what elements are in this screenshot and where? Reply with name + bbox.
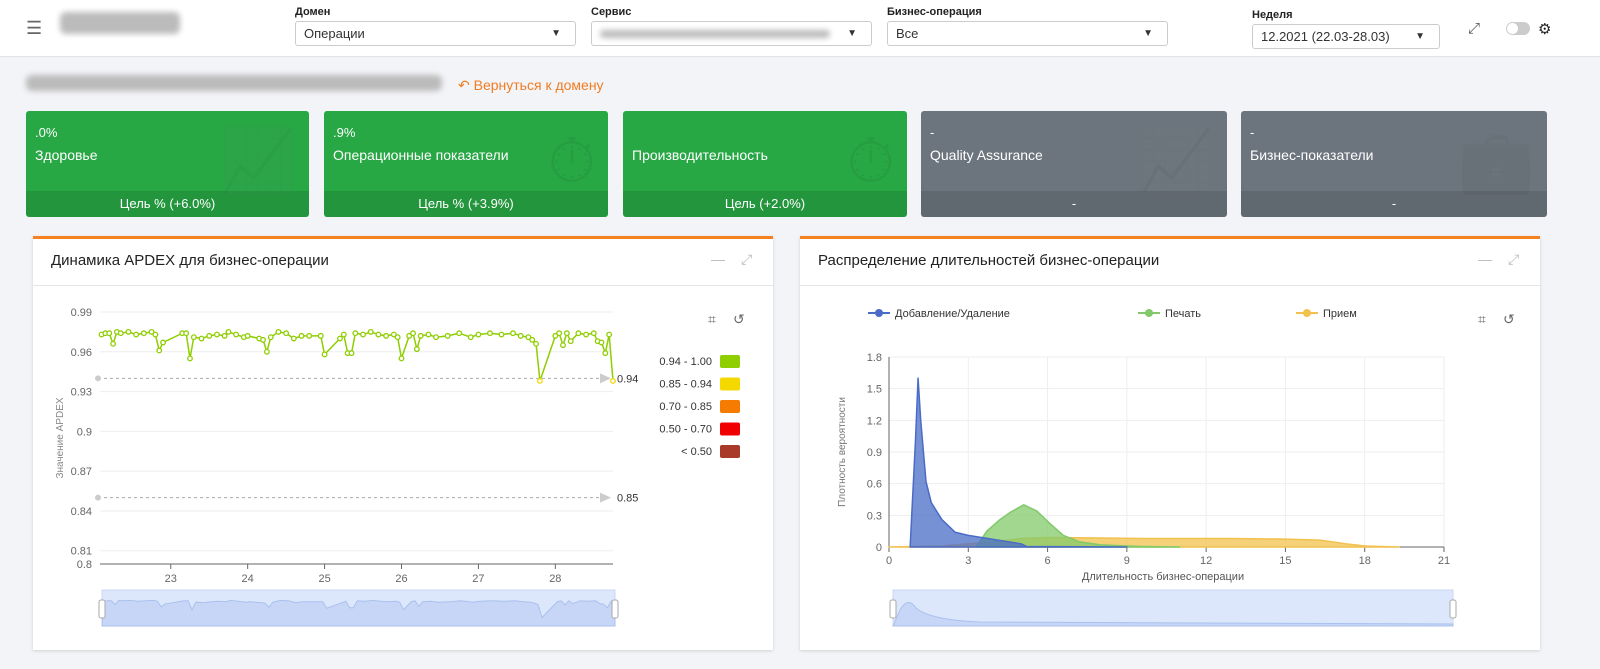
stopwatch-icon: ⏱ bbox=[846, 127, 895, 196]
kpi-name: Quality Assurance bbox=[930, 147, 1043, 163]
kpi-name: Здоровье bbox=[35, 147, 98, 163]
gear-icon[interactable]: ⚙ bbox=[1538, 20, 1551, 38]
filter-domain: Домен Операции ▼ bbox=[295, 6, 576, 46]
kpi-name: Бизнес-показатели bbox=[1250, 147, 1374, 163]
minimize-icon[interactable]: — bbox=[1478, 251, 1492, 267]
kpi-target: - bbox=[1241, 191, 1547, 217]
domain-select[interactable]: Операции ▼ bbox=[295, 21, 576, 46]
kpi-card[interactable]: Производительность ⏱ Цель (+2.0%) bbox=[623, 111, 907, 217]
link-label: Вернуться к домену bbox=[473, 77, 604, 93]
gauge-icon: ⏱ bbox=[547, 127, 596, 196]
kpi-value: - bbox=[930, 125, 935, 140]
week-select[interactable]: 12.2021 (22.03-28.03) ▼ bbox=[1252, 24, 1440, 49]
theme-toggle[interactable] bbox=[1506, 22, 1530, 35]
kpi-value: - bbox=[1250, 125, 1255, 140]
caret-down-icon: ▼ bbox=[1415, 31, 1425, 42]
filter-label: Неделя bbox=[1252, 9, 1293, 21]
back-to-domain-link[interactable]: ↶ Вернуться к домену bbox=[458, 77, 604, 94]
filter-week: Неделя 12.2021 (22.03-28.03) ▼ bbox=[1252, 9, 1440, 49]
kpi-target: Цель % (+3.9%) bbox=[324, 191, 608, 217]
expand-icon[interactable]: ⤢ bbox=[1508, 251, 1519, 268]
menu-icon[interactable]: ☰ bbox=[26, 18, 42, 39]
top-bar: ☰ Домен Операции ▼ Сервис ▼ Бизнес-операц… bbox=[0, 0, 1600, 57]
minimize-icon[interactable]: — bbox=[711, 251, 725, 267]
kpi-card[interactable]: - Бизнес-показатели 💼 - bbox=[1241, 111, 1547, 217]
filter-label: Сервис bbox=[591, 6, 632, 18]
apdex-panel: Динамика APDEX для бизнес-операции — ⤢ bbox=[33, 236, 773, 650]
caret-down-icon: ▼ bbox=[847, 28, 857, 39]
expand-icon[interactable]: ⤢ bbox=[741, 251, 752, 268]
filter-label: Домен bbox=[295, 6, 331, 18]
select-value: Все bbox=[896, 26, 919, 41]
filter-service: Сервис ▼ bbox=[591, 6, 872, 46]
filter-label: Бизнес-операция bbox=[887, 6, 982, 18]
kpi-target: Цель % (+6.0%) bbox=[26, 191, 309, 217]
kpi-target: - bbox=[921, 191, 1227, 217]
service-select[interactable]: ▼ bbox=[591, 21, 872, 46]
kpi-card[interactable]: - Quality Assurance 📈 - bbox=[921, 111, 1227, 217]
kpi-card[interactable]: .0% Здоровье 📈 Цель % (+6.0%) bbox=[26, 111, 309, 217]
page-title bbox=[26, 75, 442, 91]
divider bbox=[800, 285, 1540, 286]
select-value: Операции bbox=[304, 26, 365, 41]
duration-panel: Распределение длительностей бизнес-опера… bbox=[800, 236, 1540, 650]
caret-down-icon: ▼ bbox=[551, 28, 561, 39]
panel-title: Распределение длительностей бизнес-опера… bbox=[818, 252, 1160, 269]
kpi-value: .9% bbox=[333, 125, 356, 140]
select-value: 12.2021 (22.03-28.03) bbox=[1261, 29, 1390, 44]
app-logo bbox=[60, 12, 180, 34]
reply-icon: ↶ bbox=[458, 77, 470, 93]
divider bbox=[33, 285, 773, 286]
kpi-name: Операционные показатели bbox=[333, 147, 509, 163]
briefcase-icon: 💼 bbox=[1457, 127, 1535, 196]
chart-line-icon: 📈 bbox=[1137, 127, 1215, 196]
expand-icon[interactable]: ⤢ bbox=[1468, 20, 1480, 37]
chart-line-icon: 📈 bbox=[219, 127, 297, 196]
panel-title: Динамика APDEX для бизнес-операции bbox=[51, 252, 329, 269]
kpi-target: Цель (+2.0%) bbox=[623, 191, 907, 217]
kpi-value: .0% bbox=[35, 125, 58, 140]
filter-business-op: Бизнес-операция Все ▼ bbox=[887, 6, 1168, 46]
business-op-select[interactable]: Все ▼ bbox=[887, 21, 1168, 46]
select-value bbox=[600, 30, 830, 38]
kpi-card[interactable]: .9% Операционные показатели ⏱ Цель % (+3… bbox=[324, 111, 608, 217]
kpi-name: Производительность bbox=[632, 147, 768, 163]
caret-down-icon: ▼ bbox=[1143, 28, 1153, 39]
